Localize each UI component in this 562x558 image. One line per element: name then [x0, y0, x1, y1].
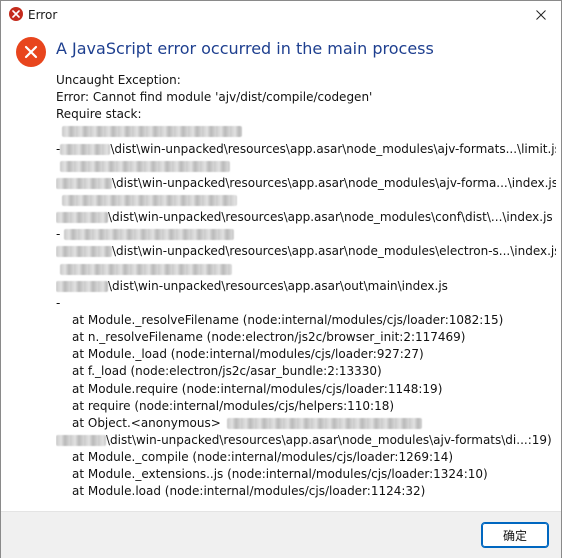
stack-path-line: - \dist\win-unpacked\resources\app.asar\n…	[56, 141, 556, 156]
redacted-text	[56, 434, 106, 446]
message-line: Require stack:	[56, 107, 142, 122]
dialog-footer: 确定	[1, 511, 561, 558]
error-icon	[16, 37, 46, 67]
stack-frame: at f._load (node:electron/js2c/asar_bund…	[72, 364, 382, 379]
error-message: Uncaught Exception: Error: Cannot find m…	[56, 72, 556, 501]
stack-frame: at n._resolveFilename (node:electron/js2…	[72, 330, 466, 345]
message-line: -	[56, 295, 61, 310]
error-dialog-window: Error A JavaScript error occurred in the…	[0, 0, 562, 558]
stack-frame: at Object.<anonymous>	[56, 415, 556, 432]
stack-frame: at Module._resolveFilename (node:interna…	[72, 312, 504, 327]
redacted-text	[226, 417, 422, 429]
redacted-text	[62, 126, 242, 138]
stack-path-line: \dist\win-unpacked\resources\app.asar\no…	[56, 243, 556, 260]
stack-path-line: \dist\win-unpacked\resources\app.asar\no…	[56, 432, 556, 449]
stack-frame: at Module._extensions..js (node:internal…	[72, 467, 488, 482]
redacted-text	[60, 263, 232, 275]
redacted-text	[62, 194, 237, 206]
redacted-path-line	[56, 123, 556, 140]
stack-path-line: \dist\win-unpacked\resources\app.asar\no…	[56, 175, 556, 192]
redacted-path-line	[56, 158, 556, 175]
redacted-path-line	[56, 261, 556, 278]
error-heading: A JavaScript error occurred in the main …	[56, 39, 434, 58]
redacted-text	[56, 177, 112, 189]
dialog-content: A JavaScript error occurred in the main …	[1, 29, 561, 511]
message-line: Uncaught Exception:	[56, 73, 181, 87]
stack-frame: at Module.require (node:internal/modules…	[72, 381, 443, 396]
window-title: Error	[28, 8, 58, 22]
stack-path-line: \dist\win-unpacked\resources\app.asar\ou…	[56, 278, 556, 295]
stack-frame: at require (node:internal/modules/cjs/he…	[72, 398, 395, 413]
message-line: Error: Cannot find module 'ajv/dist/comp…	[56, 90, 373, 105]
redacted-text	[56, 280, 108, 292]
redacted-text	[64, 229, 235, 241]
redacted-text	[60, 160, 230, 172]
error-icon	[9, 7, 23, 21]
close-icon	[536, 10, 546, 20]
redacted-text	[60, 143, 111, 155]
stack-frame: at Module.load (node:internal/modules/cj…	[72, 484, 426, 499]
redacted-text	[56, 212, 108, 224]
stack-path-line: -	[56, 226, 556, 243]
stack-path-line: \dist\win-unpacked\resources\app.asar\no…	[56, 209, 556, 226]
redacted-text	[56, 246, 112, 258]
title-bar[interactable]: Error	[1, 1, 561, 29]
close-button[interactable]	[521, 1, 561, 29]
stack-frame: at Module._compile (node:internal/module…	[72, 450, 454, 465]
stack-frame: at Module._load (node:internal/modules/c…	[72, 347, 424, 362]
redacted-path-line	[56, 192, 556, 209]
ok-button[interactable]: 确定	[481, 522, 549, 548]
